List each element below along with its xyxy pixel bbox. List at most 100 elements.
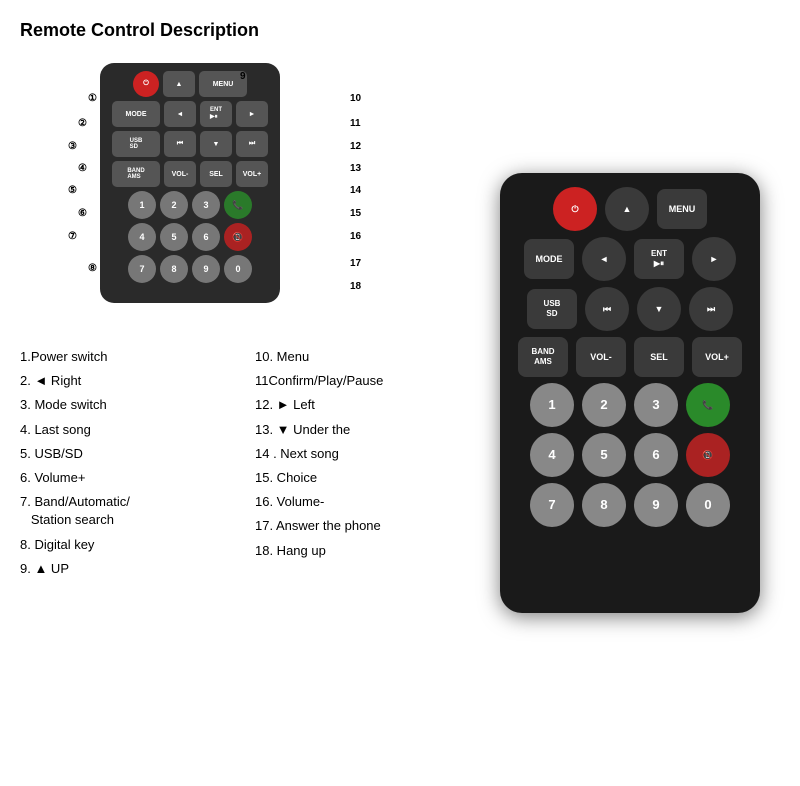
- remote-sel-btn[interactable]: SEL: [634, 337, 684, 377]
- remote-row-1: ⏻ ▲ MENU: [516, 187, 744, 231]
- remote-row-7: 7 8 9 0: [516, 483, 744, 527]
- callout-1: ①: [88, 93, 97, 104]
- diag-sel-btn: SEL: [200, 161, 232, 187]
- real-remote: ⏻ ▲ MENU MODE ◄ ENT▶⏸ ► USBSD ⏮ ▼ ⏭ BAND…: [500, 173, 760, 613]
- left-panel: Remote Control Description ⏻ ▲ MENU MODE…: [20, 20, 470, 766]
- remote-num7-btn[interactable]: 7: [530, 483, 574, 527]
- diag-num9: 9: [192, 255, 220, 283]
- diag-left-btn: ◄: [164, 101, 196, 127]
- desc-item-4: 4. Last song: [20, 421, 235, 439]
- diagram-area: ⏻ ▲ MENU MODE ◄ ENT▶⏸ ► USBSD ⏮ ▼ ⏭: [20, 53, 400, 333]
- diag-num3: 3: [192, 191, 220, 219]
- desc-item-17: 17. Answer the phone: [255, 517, 470, 535]
- diag-power-btn: ⏻: [133, 71, 159, 97]
- remote-num3-btn[interactable]: 3: [634, 383, 678, 427]
- remote-num8-btn[interactable]: 8: [582, 483, 626, 527]
- remote-left-btn[interactable]: ◄: [582, 237, 626, 281]
- callout-11: 11: [350, 118, 361, 129]
- desc-item-15: 15. Choice: [255, 469, 470, 487]
- desc-item-14: 14 . Next song: [255, 445, 470, 463]
- remote-num9-btn[interactable]: 9: [634, 483, 678, 527]
- callout-8: ⑧: [88, 263, 97, 274]
- desc-item-13: 13. ▼ Under the: [255, 421, 470, 439]
- diag-usb-btn: USBSD: [112, 131, 160, 157]
- desc-item-8: 8. Digital key: [20, 536, 235, 554]
- diagram-remote: ⏻ ▲ MENU MODE ◄ ENT▶⏸ ► USBSD ⏮ ▼ ⏭: [100, 63, 280, 303]
- remote-num2-btn[interactable]: 2: [582, 383, 626, 427]
- callout-5: ⑤: [68, 185, 77, 196]
- remote-volplus-btn[interactable]: VOL+: [692, 337, 742, 377]
- desc-item-5: 5. USB/SD: [20, 445, 235, 463]
- remote-down-btn[interactable]: ▼: [637, 287, 681, 331]
- callout-7: ⑦: [68, 231, 77, 242]
- diag-right-btn: ►: [236, 101, 268, 127]
- diag-hangup-btn: 📵: [224, 223, 252, 251]
- description-section: 1.Power switch 2. ◄ Right 3. Mode switch…: [20, 348, 470, 766]
- diag-num7: 7: [128, 255, 156, 283]
- diag-num1: 1: [128, 191, 156, 219]
- remote-num0-btn[interactable]: 0: [686, 483, 730, 527]
- desc-item-16: 16. Volume-: [255, 493, 470, 511]
- callout-4: ④: [78, 163, 87, 174]
- remote-num6-btn[interactable]: 6: [634, 433, 678, 477]
- diag-prev-btn: ⏮: [164, 131, 196, 157]
- desc-item-7: 7. Band/Automatic/ Station search: [20, 493, 235, 529]
- remote-row-4: BANDAMS VOL- SEL VOL+: [516, 337, 744, 377]
- desc-item-2: 2. ◄ Right: [20, 372, 235, 390]
- page-title: Remote Control Description: [20, 20, 470, 41]
- desc-col-left: 1.Power switch 2. ◄ Right 3. Mode switch…: [20, 348, 235, 766]
- diag-next-btn: ⏭: [236, 131, 268, 157]
- diag-num0: 0: [224, 255, 252, 283]
- desc-item-10: 10. Menu: [255, 348, 470, 366]
- remote-menu-btn[interactable]: MENU: [657, 189, 707, 229]
- remote-right-btn[interactable]: ►: [692, 237, 736, 281]
- remote-num1-btn[interactable]: 1: [530, 383, 574, 427]
- desc-item-6: 6. Volume+: [20, 469, 235, 487]
- remote-usb-btn[interactable]: USBSD: [527, 289, 577, 329]
- diag-num2: 2: [160, 191, 188, 219]
- page: Remote Control Description ⏻ ▲ MENU MODE…: [0, 0, 800, 786]
- remote-num5-btn[interactable]: 5: [582, 433, 626, 477]
- diag-num5: 5: [160, 223, 188, 251]
- desc-item-11: 11Confirm/Play/Pause: [255, 372, 470, 390]
- desc-col-right: 10. Menu 11Confirm/Play/Pause 12. ► Left…: [255, 348, 470, 766]
- right-panel: ⏻ ▲ MENU MODE ◄ ENT▶⏸ ► USBSD ⏮ ▼ ⏭ BAND…: [480, 20, 780, 766]
- callout-12: 12: [350, 141, 361, 152]
- remote-call-btn[interactable]: 📞: [686, 383, 730, 427]
- diag-down-btn: ▼: [200, 131, 232, 157]
- remote-num4-btn[interactable]: 4: [530, 433, 574, 477]
- remote-prev-btn[interactable]: ⏮: [585, 287, 629, 331]
- diag-call-btn: 📞: [224, 191, 252, 219]
- callout-3: ③: [68, 141, 77, 152]
- desc-item-3: 3. Mode switch: [20, 396, 235, 414]
- remote-next-btn[interactable]: ⏭: [689, 287, 733, 331]
- remote-band-btn[interactable]: BANDAMS: [518, 337, 568, 377]
- desc-item-12: 12. ► Left: [255, 396, 470, 414]
- callout-17: 17: [350, 258, 361, 269]
- callout-13: 13: [350, 163, 361, 174]
- diag-num8: 8: [160, 255, 188, 283]
- diag-mode-btn: MODE: [112, 101, 160, 127]
- desc-item-9: 9. ▲ UP: [20, 560, 235, 578]
- callout-10: 10: [350, 93, 361, 104]
- desc-item-18: 18. Hang up: [255, 542, 470, 560]
- remote-mode-btn[interactable]: MODE: [524, 239, 574, 279]
- remote-hangup-btn[interactable]: 📵: [686, 433, 730, 477]
- callout-2: ②: [78, 118, 87, 129]
- remote-row-3: USBSD ⏮ ▼ ⏭: [516, 287, 744, 331]
- callout-6: ⑥: [78, 208, 87, 219]
- remote-row-5: 1 2 3 📞: [516, 383, 744, 427]
- remote-row-2: MODE ◄ ENT▶⏸ ►: [516, 237, 744, 281]
- callout-16: 16: [350, 231, 361, 242]
- diag-num6: 6: [192, 223, 220, 251]
- diag-up-btn: ▲: [163, 71, 195, 97]
- remote-row-6: 4 5 6 📵: [516, 433, 744, 477]
- remote-power-btn[interactable]: ⏻: [553, 187, 597, 231]
- remote-up-btn[interactable]: ▲: [605, 187, 649, 231]
- diag-ent-btn: ENT▶⏸: [200, 101, 232, 127]
- diag-band-btn: BANDAMS: [112, 161, 160, 187]
- remote-volminus-btn[interactable]: VOL-: [576, 337, 626, 377]
- diag-num4: 4: [128, 223, 156, 251]
- callout-18: 18: [350, 281, 361, 292]
- remote-ent-btn[interactable]: ENT▶⏸: [634, 239, 684, 279]
